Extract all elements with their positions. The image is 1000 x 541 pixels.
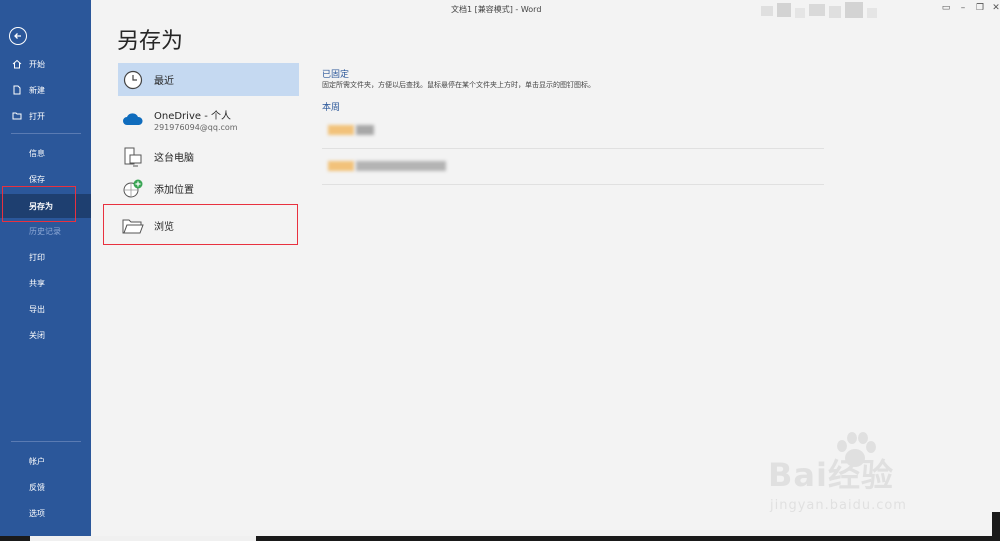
this-week-section-title: 本周 (322, 103, 341, 113)
sidebar-item-feedback[interactable]: 反馈 (0, 476, 91, 498)
this-pc-icon (121, 145, 145, 169)
folder-icon (328, 125, 354, 135)
sidebar-item-close[interactable]: 关闭 (0, 324, 91, 346)
recent-folder-row[interactable] (322, 149, 824, 185)
onedrive-cloud-icon (121, 107, 145, 131)
sidebar-item-label: 共享 (29, 278, 45, 288)
home-icon (12, 59, 22, 69)
taskbar-search-box (30, 536, 256, 541)
pinned-section-title: 已固定 (322, 70, 350, 80)
restore-icon[interactable]: ❐ (975, 3, 985, 13)
location-label: OneDrive - 个人 (154, 110, 231, 122)
title-bar: 文档1 [兼容模式] - Word ▭ – ❐ ✕ (91, 0, 1000, 18)
minimize-icon[interactable]: – (958, 3, 968, 13)
baidu-watermark: Bai经验 jingyan.baidu.com (760, 430, 980, 520)
add-location-icon (121, 177, 145, 201)
clock-icon (121, 68, 145, 92)
sidebar-item-label: 导出 (29, 304, 45, 314)
sidebar-item-label: 保存 (29, 174, 45, 184)
sidebar-item-label: 历史记录 (29, 226, 61, 236)
blurred-folder-name (356, 161, 446, 171)
sidebar-item-home[interactable]: 开始 (0, 53, 91, 75)
watermark-brand: Bai经验 (768, 456, 894, 494)
sidebar-item-open[interactable]: 打开 (0, 105, 91, 127)
close-window-icon[interactable]: ✕ (991, 3, 1000, 13)
sidebar-item-export[interactable]: 导出 (0, 298, 91, 320)
annotation-box-browse (103, 204, 298, 245)
sidebar-item-label: 信息 (29, 148, 45, 158)
page-title: 另存为 (117, 29, 184, 54)
open-folder-icon (12, 111, 22, 121)
sidebar-item-account[interactable]: 帐户 (0, 450, 91, 472)
location-label: 这台电脑 (154, 153, 194, 164)
sidebar-item-label: 选项 (29, 508, 45, 518)
recent-folder-row[interactable] (322, 113, 824, 149)
sidebar-item-label: 新建 (29, 85, 45, 95)
sidebar-divider (11, 441, 81, 442)
location-label: 最近 (154, 76, 174, 87)
watermark-url: jingyan.baidu.com (770, 498, 907, 513)
sidebar-item-new[interactable]: 新建 (0, 79, 91, 101)
sidebar-item-print[interactable]: 打印 (0, 246, 91, 268)
sidebar-item-label: 打开 (29, 111, 45, 121)
new-document-icon (12, 85, 22, 95)
location-recent[interactable]: 最近 (118, 63, 299, 96)
sidebar-item-options[interactable]: 选项 (0, 502, 91, 524)
backstage-sidebar: 开始 新建 打开 信息 保存 另存为 历史记录 打印 共享 导出 关闭 帐户 反… (0, 0, 91, 541)
location-add-place[interactable]: 添加位置 (118, 172, 299, 205)
location-label: 添加位置 (154, 185, 194, 196)
location-onedrive[interactable]: OneDrive - 个人 291976094@qq.com (118, 103, 299, 135)
sidebar-item-label: 关闭 (29, 330, 45, 340)
blurred-decoration (761, 2, 877, 18)
sidebar-item-label: 打印 (29, 252, 45, 262)
screen-edge (992, 512, 1000, 536)
folder-icon (328, 161, 354, 171)
location-account: 291976094@qq.com (154, 122, 238, 132)
blurred-folder-name (356, 125, 374, 135)
sidebar-item-label: 反馈 (29, 482, 45, 492)
sidebar-item-label: 开始 (29, 59, 45, 69)
window-title: 文档1 [兼容模式] - Word (451, 5, 542, 14)
sidebar-item-share[interactable]: 共享 (0, 272, 91, 294)
sidebar-item-label: 帐户 (29, 456, 45, 466)
annotation-box-save-as (2, 186, 76, 222)
sidebar-item-info[interactable]: 信息 (0, 142, 91, 164)
ribbon-display-options-icon[interactable]: ▭ (941, 3, 951, 13)
pinned-section-description: 固定所需文件夹，方便以后查找。鼠标悬停在某个文件夹上方时，单击显示的图钉图标。 (322, 81, 595, 89)
back-arrow-icon[interactable] (9, 27, 27, 45)
location-this-pc[interactable]: 这台电脑 (118, 140, 299, 173)
sidebar-item-history: 历史记录 (0, 220, 91, 242)
sidebar-divider (11, 133, 81, 134)
